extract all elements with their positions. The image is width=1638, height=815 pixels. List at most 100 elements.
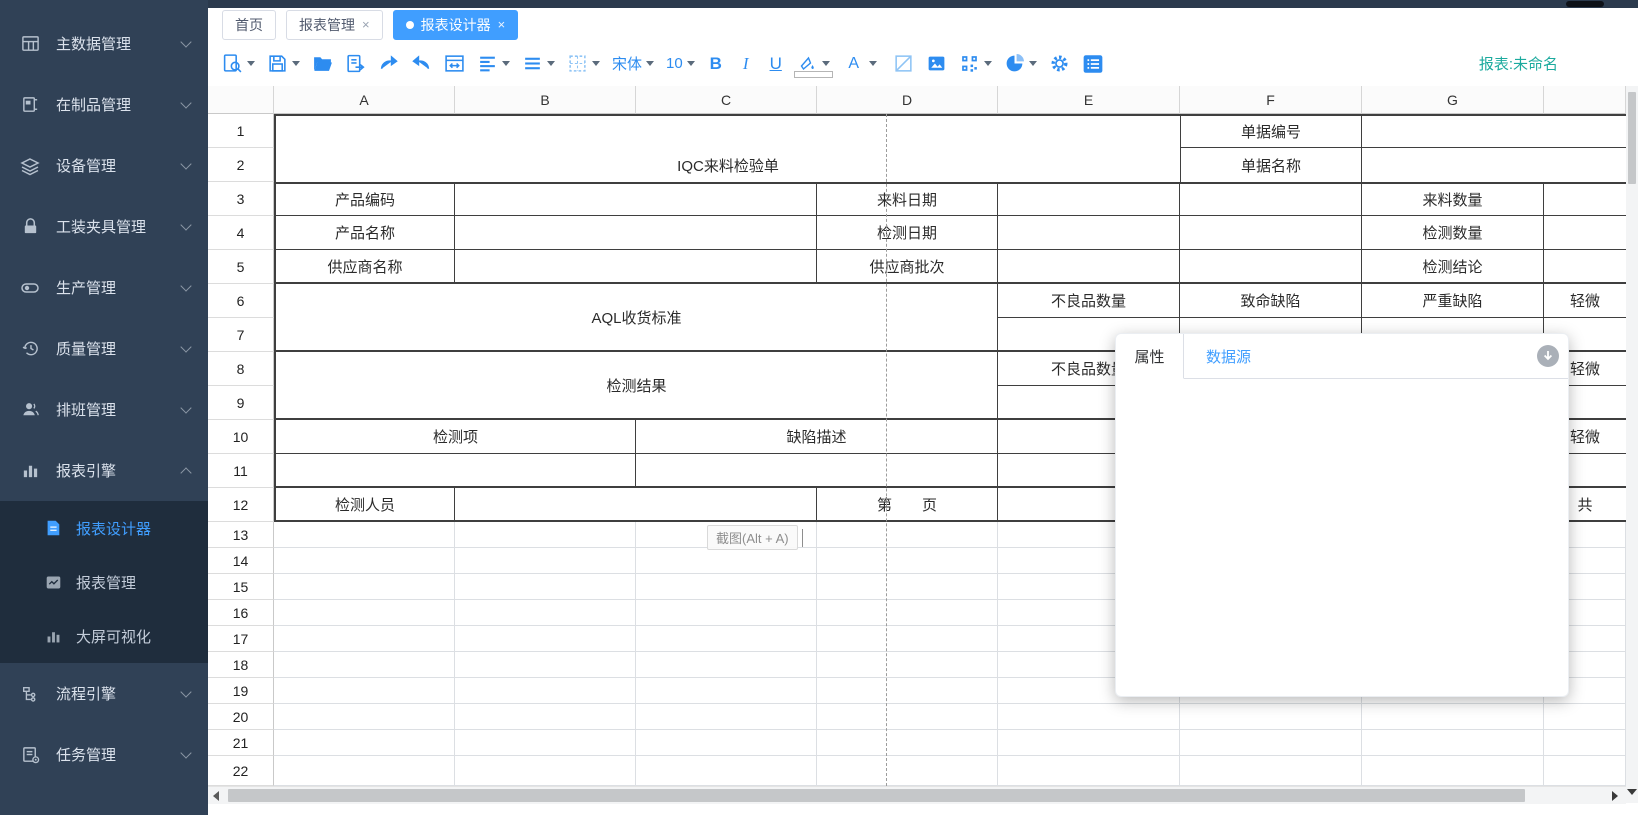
grid-cell[interactable] <box>274 574 455 600</box>
grid-cell[interactable] <box>1362 114 1626 148</box>
grid-cell[interactable]: 轻微 <box>1544 284 1626 318</box>
grid-cell[interactable] <box>274 756 455 786</box>
grid-cell[interactable]: 致命缺陷 <box>1180 284 1362 318</box>
column-header[interactable]: D <box>817 86 998 114</box>
grid-cell[interactable] <box>455 522 636 548</box>
grid-cell[interactable] <box>455 216 817 250</box>
row-header[interactable]: 3 <box>208 182 274 216</box>
grid-cell[interactable] <box>274 454 636 488</box>
grid-cell[interactable]: 产品编码 <box>274 182 455 216</box>
row-header[interactable]: 6 <box>208 284 274 318</box>
row-header[interactable]: 22 <box>208 756 274 786</box>
scroll-left-arrow-icon[interactable] <box>213 791 219 801</box>
grid-cell[interactable] <box>1544 730 1626 756</box>
column-header[interactable]: G <box>1362 86 1544 114</box>
grid-cell[interactable] <box>455 548 636 574</box>
grid-cell[interactable] <box>817 626 998 652</box>
grid-cell[interactable] <box>1180 182 1362 216</box>
grid-cell[interactable] <box>1362 148 1626 182</box>
row-header[interactable]: 14 <box>208 548 274 574</box>
insert-image-button[interactable] <box>922 50 951 77</box>
grid-cell[interactable] <box>455 600 636 626</box>
grid-cell[interactable] <box>817 574 998 600</box>
grid-cell[interactable] <box>817 678 998 704</box>
grid-cell[interactable] <box>636 548 817 574</box>
grid-cell[interactable] <box>455 182 817 216</box>
grid-cell[interactable]: 来料日期 <box>817 182 998 216</box>
tab-home[interactable]: 首页 <box>222 10 276 40</box>
grid-cell[interactable] <box>455 704 636 730</box>
close-icon[interactable]: × <box>362 18 370 31</box>
italic-button[interactable]: I <box>733 51 759 77</box>
grid-cell[interactable]: 单据名称 <box>1180 148 1362 182</box>
grid-cell[interactable]: 检测结果 <box>274 352 998 420</box>
grid-cell[interactable] <box>998 704 1180 730</box>
grid-cell[interactable] <box>998 756 1180 786</box>
grid-cell[interactable] <box>274 626 455 652</box>
panel-tab-datasource[interactable]: 数据源 <box>1184 334 1273 378</box>
grid-cell[interactable] <box>636 626 817 652</box>
sidebar-item-dashboard-visualization[interactable]: 大屏可视化 <box>0 609 208 663</box>
grid-cell[interactable]: 检测日期 <box>817 216 998 250</box>
row-header[interactable]: 19 <box>208 678 274 704</box>
grid-cell[interactable] <box>817 548 998 574</box>
sidebar-item-production[interactable]: 生产管理 <box>0 257 208 318</box>
row-header[interactable]: 21 <box>208 730 274 756</box>
grid-cell[interactable] <box>455 488 817 522</box>
grid-cell[interactable] <box>1180 250 1362 284</box>
column-header[interactable]: A <box>274 86 455 114</box>
column-header[interactable]: E <box>998 86 1180 114</box>
grid-cell[interactable]: 不良品数量 <box>998 284 1180 318</box>
grid-cell[interactable] <box>998 216 1180 250</box>
collapse-down-button[interactable] <box>1537 345 1559 367</box>
grid-cell[interactable] <box>1362 730 1544 756</box>
redo-button[interactable] <box>374 50 403 77</box>
grid-cell[interactable]: 单据编号 <box>1180 114 1362 148</box>
font-family-select[interactable]: 宋体 <box>608 50 658 77</box>
grid-cell[interactable] <box>636 678 817 704</box>
sidebar-item-report-management[interactable]: 报表管理 <box>0 555 208 609</box>
row-header[interactable]: 15 <box>208 574 274 600</box>
grid-cell[interactable] <box>1544 182 1626 216</box>
tab-report-designer[interactable]: 报表设计器 × <box>393 10 519 40</box>
grid-cell[interactable] <box>636 652 817 678</box>
row-header[interactable]: 18 <box>208 652 274 678</box>
grid-cell[interactable] <box>455 574 636 600</box>
row-header[interactable]: 11 <box>208 454 274 488</box>
save-button[interactable] <box>263 50 304 77</box>
grid-cell[interactable] <box>817 756 998 786</box>
fill-color-button[interactable] <box>793 51 834 77</box>
font-color-button[interactable]: A <box>842 53 881 75</box>
panel-toggle-button[interactable] <box>1078 50 1108 78</box>
close-icon[interactable]: × <box>498 18 506 31</box>
sidebar-item-master-data[interactable]: 主数据管理 <box>0 13 208 74</box>
merge-cells-button[interactable] <box>440 50 469 77</box>
border-button[interactable] <box>563 50 604 77</box>
row-header[interactable]: 12 <box>208 488 274 522</box>
grid-cell[interactable]: IQC来料检验单 <box>274 148 1180 182</box>
grid-cell[interactable] <box>998 182 1180 216</box>
sidebar-item-task-management[interactable]: 任务管理 <box>0 724 208 785</box>
chart-button[interactable] <box>1000 50 1041 77</box>
sidebar-item-wip[interactable]: 在制品管理 <box>0 74 208 135</box>
line-style-button[interactable] <box>518 50 559 77</box>
grid-cell[interactable] <box>1180 756 1362 786</box>
tab-report-management[interactable]: 报表管理 × <box>286 10 383 40</box>
column-header[interactable]: F <box>1180 86 1362 114</box>
grid-cell[interactable] <box>998 250 1180 284</box>
grid-cell[interactable] <box>817 730 998 756</box>
grid-cell[interactable]: 产品名称 <box>274 216 455 250</box>
grid-cell[interactable]: 检测人员 <box>274 488 455 522</box>
grid-cell[interactable] <box>274 678 455 704</box>
row-header[interactable]: 7 <box>208 318 274 352</box>
row-header[interactable]: 17 <box>208 626 274 652</box>
preview-button[interactable] <box>218 50 259 77</box>
grid-cell[interactable] <box>274 704 455 730</box>
undo-button[interactable] <box>407 50 436 77</box>
grid-cell[interactable]: 第 页 <box>817 488 998 522</box>
sidebar-item-process-engine[interactable]: 流程引擎 <box>0 663 208 724</box>
grid-cell[interactable] <box>998 730 1180 756</box>
grid-cell[interactable] <box>1362 756 1544 786</box>
grid-cell[interactable] <box>817 600 998 626</box>
horizontal-scrollbar[interactable] <box>208 786 1626 804</box>
